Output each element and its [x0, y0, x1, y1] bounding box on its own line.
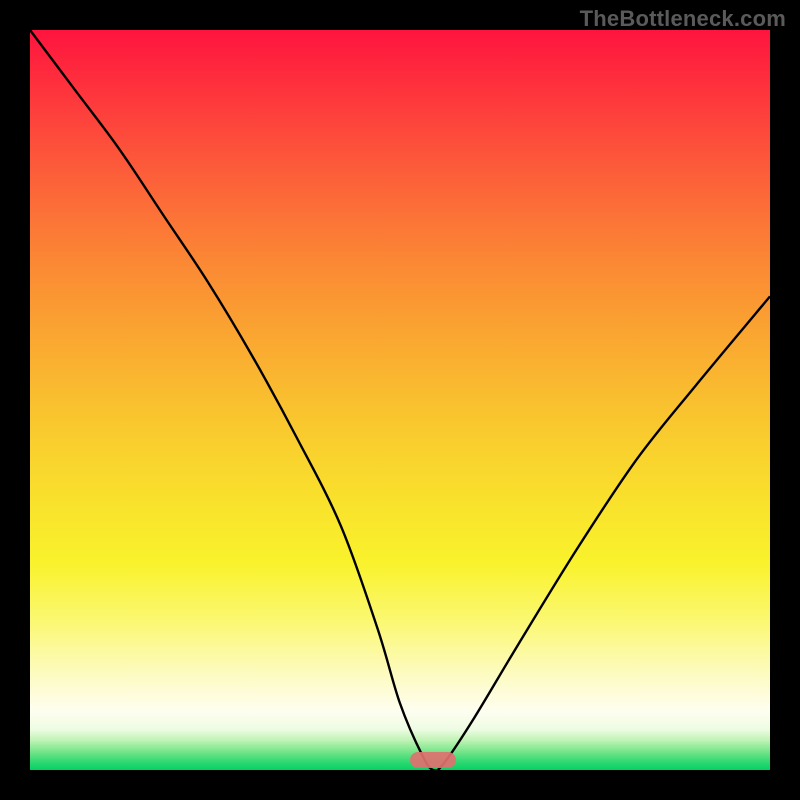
bottleneck-curve — [30, 30, 770, 770]
watermark-label: TheBottleneck.com — [580, 6, 786, 32]
optimum-marker — [410, 752, 456, 768]
curve-path — [30, 30, 770, 771]
plot-area — [30, 30, 770, 770]
chart-frame: TheBottleneck.com — [0, 0, 800, 800]
